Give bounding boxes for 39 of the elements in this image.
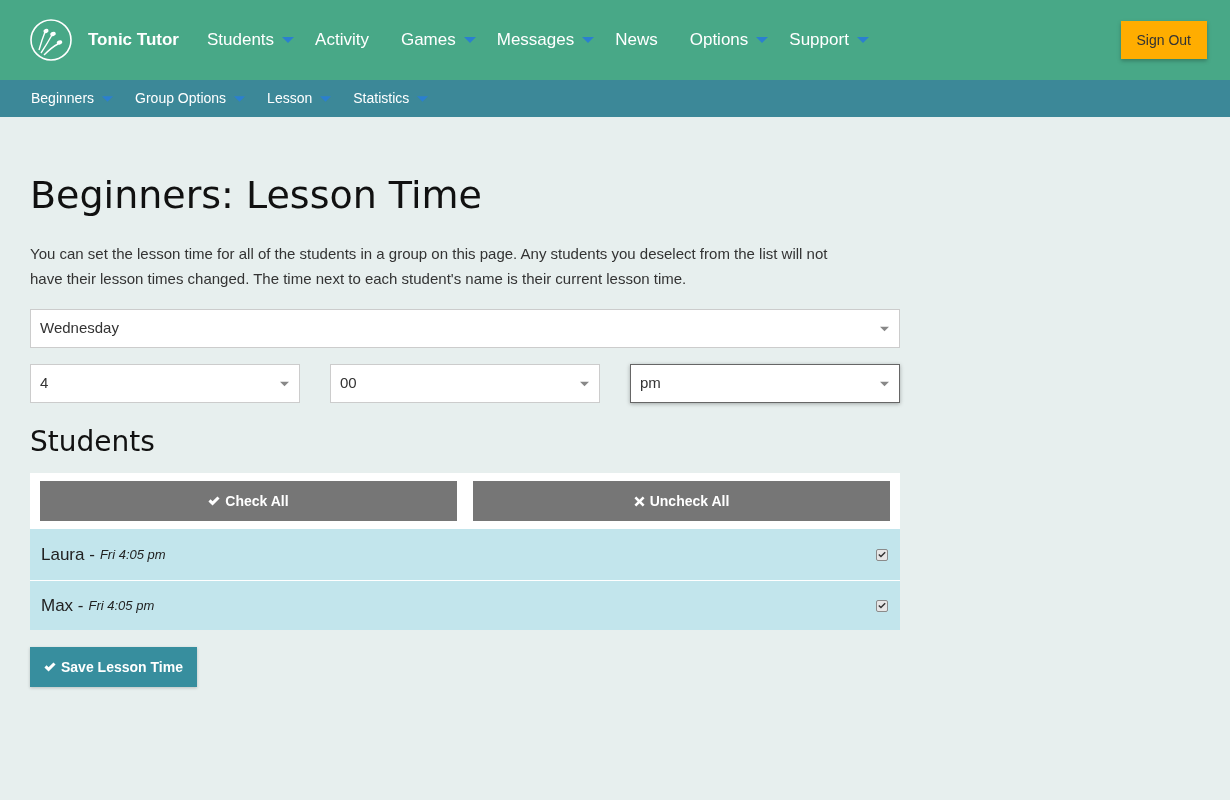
select-field[interactable]: 4: [30, 364, 300, 403]
nav-link[interactable]: Activity: [315, 27, 380, 53]
select-field[interactable]: pm: [630, 364, 900, 403]
check-all-button[interactable]: Check All: [40, 481, 457, 521]
x-icon: [633, 495, 645, 507]
nav-link[interactable]: Options: [689, 27, 769, 53]
description-text: You can set the lesson time for all of the students in a group on this page. Any students you deselect from the list will not have their lesson times changed. The time next to each student's name is their current lesson time.: [30, 244, 829, 289]
caret-icon: [880, 325, 889, 332]
lesson-time: Fri 4:05 pm: [99, 545, 166, 564]
checkbox[interactable]: [876, 599, 888, 612]
save-button[interactable]: Save Lesson Time: [30, 647, 197, 687]
caret-icon: [580, 380, 589, 387]
lesson-time: Fri 4:05 pm: [88, 596, 155, 615]
check-icon: [208, 496, 221, 506]
page-title: Beginners: Lesson Time: [30, 172, 483, 219]
uncheck-all-button[interactable]: Uncheck All: [473, 481, 890, 521]
nav-link[interactable]: Students: [206, 27, 295, 53]
day-select[interactable]: Wednesday: [30, 309, 900, 348]
nav-link[interactable]: Games: [400, 27, 476, 53]
subnav-link[interactable]: Statistics: [353, 88, 429, 109]
logo-icon: [30, 19, 72, 61]
nav-link[interactable]: Support: [789, 27, 869, 53]
nav-link[interactable]: Messages: [496, 27, 595, 53]
check-icon: [44, 662, 56, 672]
nav-link[interactable]: News: [615, 27, 669, 53]
select-field[interactable]: 00: [330, 364, 600, 403]
caret-icon: [880, 380, 889, 387]
check-icon: [878, 602, 886, 609]
section-heading: Students: [30, 424, 156, 460]
brand-name[interactable]: Tonic Tutor: [88, 27, 179, 53]
checkbox[interactable]: [876, 548, 888, 561]
student-name: Max -: [41, 594, 84, 617]
check-icon: [878, 551, 886, 558]
subnav-link[interactable]: Lesson: [267, 88, 332, 109]
sign-out-button[interactable]: Sign Out: [1120, 21, 1207, 59]
subnav-link[interactable]: Group Options: [135, 88, 246, 109]
student-name: Laura -: [41, 543, 95, 566]
caret-icon: [280, 380, 289, 387]
subnav-link[interactable]: Beginners: [31, 88, 114, 109]
